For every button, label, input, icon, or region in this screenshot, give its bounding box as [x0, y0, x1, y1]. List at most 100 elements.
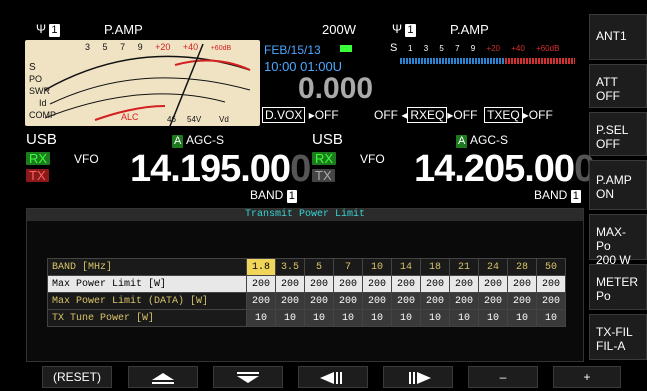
value-cell[interactable]: 10: [449, 309, 479, 327]
value-cell[interactable]: 10: [478, 309, 508, 327]
value-cell[interactable]: 200: [478, 292, 508, 310]
band-cell[interactable]: 18: [420, 258, 450, 276]
left-mode-label: USB: [26, 131, 57, 148]
minus-button[interactable]: –: [468, 366, 538, 388]
band-cell[interactable]: 50: [536, 258, 566, 276]
value-cell[interactable]: 10: [275, 309, 305, 327]
value-cell[interactable]: 200: [246, 275, 276, 293]
right-vfo-label: VFO: [360, 152, 385, 166]
value-cell[interactable]: 10: [507, 309, 537, 327]
band-cell[interactable]: 14: [391, 258, 421, 276]
value-cell[interactable]: 10: [420, 309, 450, 327]
analog-meter: S PO SWR Id COMP ALC 46 54V Vd 3 5 7 9 +…: [25, 40, 260, 126]
value-cell[interactable]: 200: [449, 275, 479, 293]
left-frequency: 14.195.000: [130, 148, 311, 190]
meter-key[interactable]: METER Po: [589, 264, 647, 310]
meter-id-label: Id: [39, 98, 47, 108]
s-meter-bar-peak: [505, 58, 575, 64]
ant1-key[interactable]: ANT1: [589, 14, 647, 60]
meter-vd-label: Vd: [219, 115, 229, 124]
tx-fil-key[interactable]: TX-FIL FIL-A: [589, 314, 647, 360]
value-cell[interactable]: 200: [478, 275, 508, 293]
value-cell[interactable]: 10: [304, 309, 334, 327]
pamp-key[interactable]: P.AMP ON: [589, 160, 647, 210]
table-row[interactable]: Max Power Limit (DATA) [W] 200 200 200 2…: [47, 292, 566, 310]
meter-54v-label: 54V: [187, 115, 202, 124]
antenna-icon: Ψ: [392, 22, 403, 36]
table-row[interactable]: Max Power Limit [W] 200 200 200 200 200 …: [47, 275, 566, 293]
band-cell[interactable]: 1.8: [246, 258, 276, 276]
psel-key[interactable]: P.SEL OFF: [589, 112, 647, 156]
s-meter-bar: [400, 58, 505, 64]
value-cell[interactable]: 200: [536, 292, 566, 310]
value-cell[interactable]: 200: [304, 275, 334, 293]
left-button[interactable]: [298, 366, 368, 388]
date-label: FEB/15/13: [264, 43, 321, 57]
right-rx-badge: RX: [312, 152, 337, 165]
value-cell[interactable]: 200: [362, 275, 392, 293]
band-cell[interactable]: 24: [478, 258, 508, 276]
value-cell[interactable]: 10: [333, 309, 363, 327]
band-cell[interactable]: 28: [507, 258, 537, 276]
value-cell[interactable]: 200: [507, 292, 537, 310]
down-arrow-icon: [237, 371, 259, 383]
value-cell[interactable]: 200: [536, 275, 566, 293]
power-label: 200W: [322, 22, 356, 37]
value-cell[interactable]: 200: [391, 275, 421, 293]
left-antenna-indicator: Ψ 1: [36, 22, 60, 37]
right-frequency: 14.205.000: [414, 148, 595, 190]
left-tx-badge: TX: [26, 169, 49, 182]
value-cell[interactable]: 10: [362, 309, 392, 327]
meter-s-label: S: [29, 62, 36, 73]
value-cell[interactable]: 200: [304, 292, 334, 310]
right-tx-badge: TX: [312, 169, 335, 182]
up-button[interactable]: [128, 366, 198, 388]
table-row: BAND [MHz] 1.8 3.5 5 7 10 14 18 21 24 28…: [47, 258, 566, 276]
value-cell[interactable]: 200: [449, 292, 479, 310]
right-arrow-icon: [409, 371, 431, 384]
att-key[interactable]: ATT OFF: [589, 64, 647, 108]
value-cell[interactable]: 200: [246, 292, 276, 310]
band-cell[interactable]: 5: [304, 258, 334, 276]
band-cell[interactable]: 7: [333, 258, 363, 276]
right-agc: A AGC-S: [456, 133, 509, 148]
band-cell[interactable]: 10: [362, 258, 392, 276]
right-s-label: S: [390, 42, 398, 54]
txeq-button[interactable]: TXEQ: [484, 107, 523, 123]
meter-comp-label: COMP: [29, 110, 56, 120]
value-cell[interactable]: 10: [246, 309, 276, 327]
value-cell[interactable]: 10: [391, 309, 421, 327]
meter-po-label: PO: [29, 74, 43, 84]
rxeq-button[interactable]: RXEQ: [407, 107, 448, 123]
left-agc: A AGC-S: [172, 133, 225, 148]
reset-button[interactable]: (RESET): [42, 366, 112, 388]
value-cell[interactable]: 200: [333, 275, 363, 293]
max-po-key[interactable]: MAX-Po 200 W: [589, 214, 647, 267]
value-cell[interactable]: 200: [507, 275, 537, 293]
left-pamp-label: P.AMP: [104, 22, 143, 37]
right-mode-label: USB: [312, 131, 343, 148]
meter-top-scale: 3 5 7 9 +20 +40 +60dB: [85, 42, 232, 52]
value-cell[interactable]: 200: [391, 292, 421, 310]
right-button[interactable]: [383, 366, 453, 388]
power-limit-table: BAND [MHz] 1.8 3.5 5 7 10 14 18 21 24 28…: [47, 258, 566, 327]
value-cell[interactable]: 200: [275, 275, 305, 293]
band-cell[interactable]: 3.5: [275, 258, 305, 276]
right-band-label: BAND 1: [534, 188, 581, 203]
eq-status-row: OFF ◂ RXEQ ▸OFF TXEQ ▸OFF: [374, 107, 553, 123]
value-cell[interactable]: 10: [536, 309, 566, 327]
right-s-scale: 1 3 5 7 9 +20 +40 +60dB: [408, 44, 560, 53]
band-cell[interactable]: 21: [449, 258, 479, 276]
meter-scale-graphic: [44, 43, 251, 126]
down-button[interactable]: [213, 366, 283, 388]
right-pamp-label: P.AMP: [450, 22, 489, 37]
plus-button[interactable]: +: [553, 366, 621, 388]
table-row[interactable]: TX Tune Power [W] 10 10 10 10 10 10 10 1…: [47, 309, 566, 327]
value-cell[interactable]: 200: [362, 292, 392, 310]
value-cell[interactable]: 200: [275, 292, 305, 310]
value-cell[interactable]: 200: [420, 275, 450, 293]
value-cell[interactable]: 200: [420, 292, 450, 310]
meter-swr-label: SWR: [29, 86, 50, 96]
dvox-box[interactable]: D.VOX ▸OFF: [262, 107, 339, 123]
value-cell[interactable]: 200: [333, 292, 363, 310]
